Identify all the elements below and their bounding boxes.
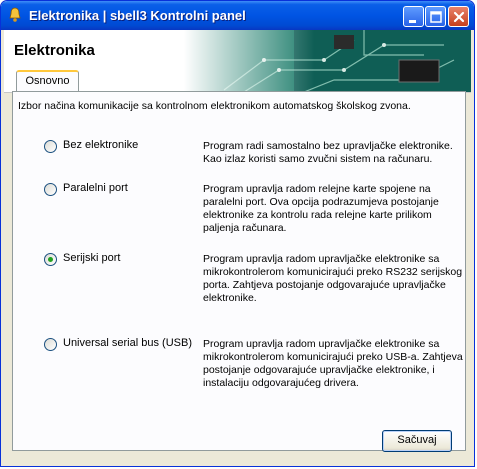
circuit-board-image <box>184 30 471 92</box>
option-label-bez-elektronike[interactable]: Bez elektronike <box>63 139 138 151</box>
maximize-button[interactable] <box>425 6 446 27</box>
option-label-usb[interactable]: Universal serial bus (USB) <box>63 337 192 349</box>
close-icon <box>453 11 465 23</box>
option-desc-bez-elektronike: Program radi samostalno bez upravljačke … <box>203 140 453 165</box>
radio-bez-elektronike[interactable] <box>44 140 57 153</box>
radio-paralelni-port[interactable] <box>44 183 57 196</box>
radio-selected-dot <box>48 257 53 262</box>
close-button[interactable] <box>448 6 469 27</box>
option-desc-serijski-port: Program upravlja radom upravljačke elekt… <box>203 253 463 304</box>
save-button[interactable]: Sačuvaj <box>382 430 452 452</box>
minimize-button[interactable] <box>403 6 424 27</box>
intro-text: Izbor načina komunikacije sa kontrolnom … <box>18 100 411 112</box>
radio-usb[interactable] <box>44 338 57 351</box>
minimize-icon <box>409 20 416 23</box>
window: Elektronika | sbell3 Kontrolni panel Ele… <box>0 0 475 467</box>
option-label-paralelni-port[interactable]: Paralelni port <box>63 182 128 194</box>
bell-icon <box>9 7 21 22</box>
option-desc-paralelni-port: Program upravlja radom relejne karte spo… <box>203 183 439 234</box>
tab-osnovno[interactable]: Osnovno <box>16 70 79 92</box>
tab-panel: Izbor načina komunikacije sa kontrolnom … <box>12 91 466 451</box>
option-desc-usb: Program upravlja radom upravljačke elekt… <box>203 338 463 389</box>
window-title: Elektronika | sbell3 Kontrolni panel <box>29 8 246 23</box>
title-bar[interactable]: Elektronika | sbell3 Kontrolni panel <box>1 1 474 30</box>
window-client: Elektronika Osnovno Izbor načina komunik… <box>4 30 471 463</box>
page-title: Elektronika <box>14 42 95 59</box>
header-banner: Elektronika Osnovno <box>4 30 471 93</box>
radio-serijski-port[interactable] <box>44 253 57 266</box>
maximize-icon <box>430 11 442 23</box>
option-label-serijski-port[interactable]: Serijski port <box>63 252 120 264</box>
